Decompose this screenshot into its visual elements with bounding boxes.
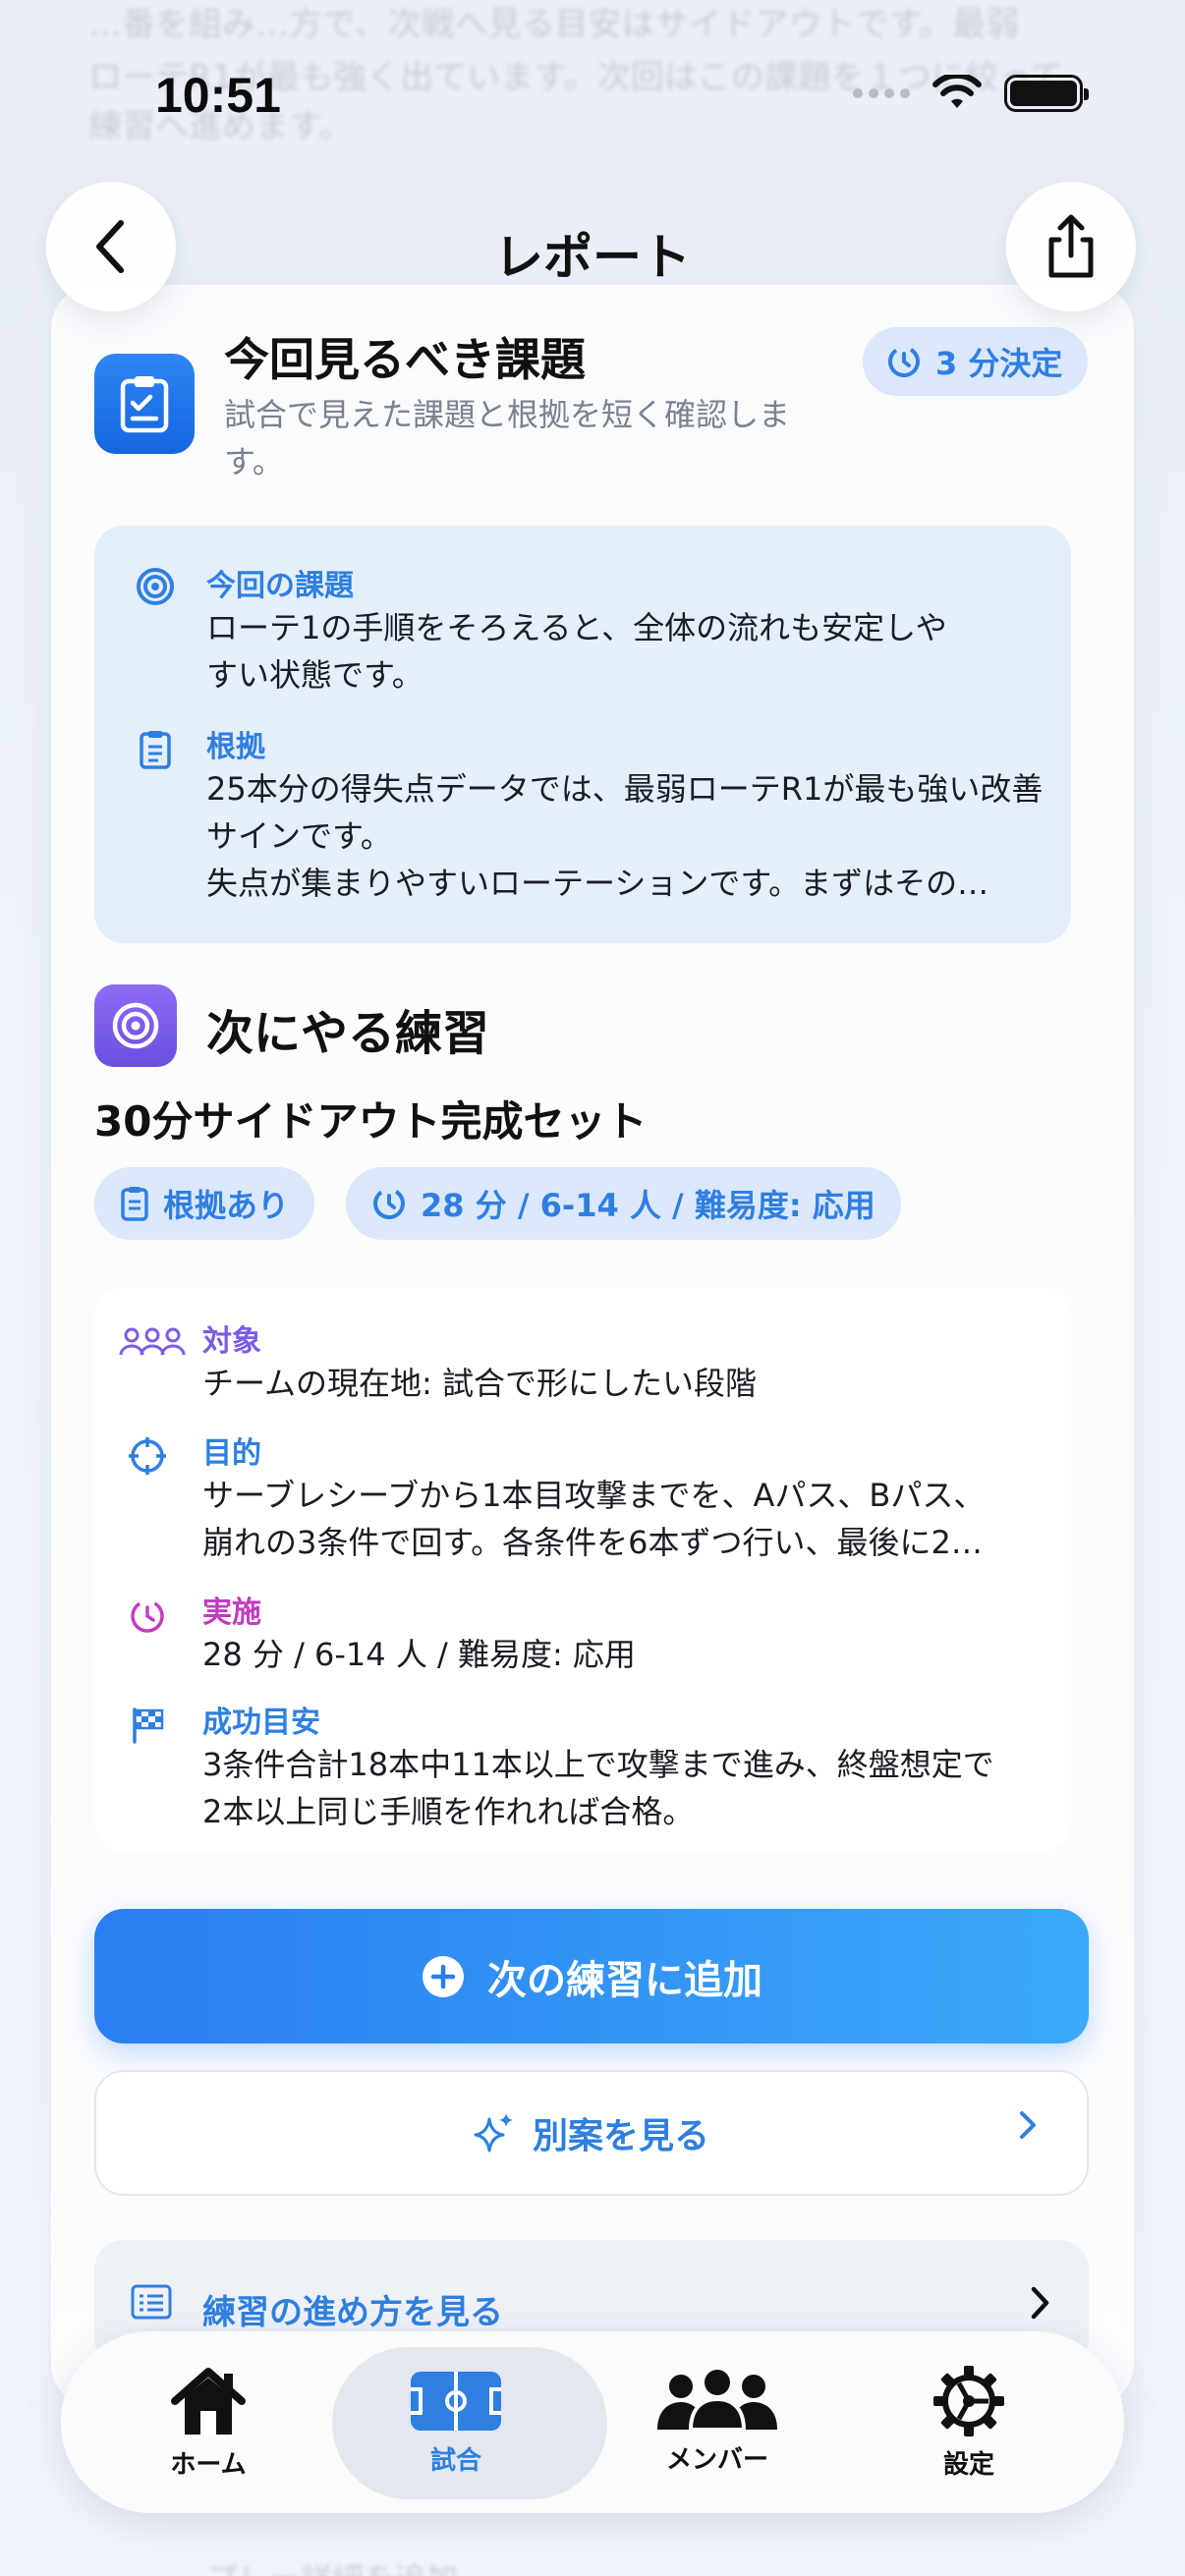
tab-members[interactable]: メンバー <box>590 2331 845 2513</box>
people-icon <box>657 2370 777 2432</box>
wifi-icon <box>932 75 982 108</box>
gear-icon <box>933 2366 1004 2436</box>
list-icon <box>131 2284 172 2320</box>
basis-label: 根拠 <box>206 730 265 764</box>
timer-icon <box>888 346 920 377</box>
add-to-next-practice-label: 次の練習に追加 <box>487 1957 762 2003</box>
section-issue-subtitle: 試合で見えた課題と根拠を短く確認します。 <box>224 396 791 480</box>
tab-members-label: メンバー <box>665 2445 768 2475</box>
clipboard-icon <box>121 1187 148 1221</box>
target-label: 対象 <box>202 1324 261 1359</box>
success-text: 3条件合計18本中11本以上で攻撃まで進み、終盤想定で <box>202 1746 994 1783</box>
tab-home[interactable]: ホーム <box>81 2331 336 2513</box>
basis-text: 25本分の得失点データでは、最弱ローテR1が最も強い改善サインです。 <box>206 770 1044 855</box>
practice-set-title: 30分サイドアウト完成セット <box>94 1097 648 1146</box>
house-icon <box>171 2368 246 2435</box>
clipboard-list-icon <box>134 728 177 771</box>
timer-icon <box>373 1187 405 1219</box>
tab-home-label: ホーム <box>170 2450 247 2480</box>
group-icon <box>118 1320 187 1364</box>
status-time: 10:51 <box>155 68 281 123</box>
checkered-flag-icon <box>126 1704 169 1747</box>
see-alternatives-label: 別案を見る <box>532 2116 709 2156</box>
purpose-text: サーブレシーブから1本目攻撃までを、Aパス、Bパス、 <box>202 1477 986 1514</box>
court-icon <box>411 2372 501 2431</box>
meta-chip: 28 分 / 6-14 人 / 難易度: 応用 <box>346 1167 901 1240</box>
sparkles-icon <box>474 2113 513 2153</box>
purpose-label: 目的 <box>202 1436 261 1471</box>
timer-icon <box>126 1594 169 1637</box>
section-issue-title: 今回見るべき課題 <box>224 333 586 386</box>
cellular-signal-icon <box>853 88 910 98</box>
plus-circle-icon <box>423 1955 464 1997</box>
decide-time-label: 3 分決定 <box>935 345 1063 382</box>
battery-icon <box>1004 75 1089 112</box>
meta-chip-label: 28 分 / 6-14 人 / 難易度: 応用 <box>421 1187 875 1224</box>
target-text: チームの現在地: 試合で形にしたい段階 <box>202 1365 757 1402</box>
tab-settings[interactable]: 設定 <box>841 2331 1097 2513</box>
basis-chip-label: 根拠あり <box>163 1187 290 1224</box>
clipboard-icon <box>94 354 195 454</box>
share-button[interactable] <box>1006 182 1136 311</box>
target-icon <box>134 565 177 608</box>
chevron-right-icon <box>1031 2286 1049 2320</box>
current-issue-label: 今回の課題 <box>206 569 354 603</box>
tab-match-label: 試合 <box>429 2446 481 2476</box>
execution-text: 28 分 / 6-14 人 / 難易度: 応用 <box>202 1636 636 1673</box>
success-label: 成功目安 <box>202 1706 320 1740</box>
tab-settings-label: 設定 <box>942 2450 994 2480</box>
share-icon <box>1048 214 1094 278</box>
issue-box: 今回の課題 ローテ1の手順をそろえると、全体の流れも安定しやすい状態です。 根拠… <box>94 526 1071 943</box>
crosshair-icon <box>126 1434 169 1478</box>
decide-time-badge: 3 分決定 <box>863 327 1089 396</box>
purpose-text-continued: 崩れの3条件で回す。各条件を6本ずつ行い、最後に2… <box>202 1524 983 1561</box>
execution-label: 実施 <box>202 1596 261 1630</box>
practice-howto-label: 練習の進め方を見る <box>202 2293 503 2332</box>
add-to-next-practice-button[interactable]: 次の練習に追加 <box>94 1909 1089 2044</box>
basis-chip: 根拠あり <box>94 1167 315 1240</box>
status-bar: 10:51 <box>0 0 1185 187</box>
success-text-continued: 2本以上同じ手順を作れれば合格。 <box>202 1793 695 1830</box>
basis-text-continued: 失点が集まりやすいローテーションです。まずはその… <box>206 865 989 902</box>
section-practice-title: 次にやる練習 <box>206 1006 490 1061</box>
tab-bar: ホーム 試合 メンバー 設定 <box>61 2331 1124 2513</box>
practice-target-icon <box>94 984 177 1067</box>
practice-detail-box: 対象 チームの現在地: 試合で形にしたい段階 目的 サーブレシーブから1本目攻撃… <box>94 1287 1071 1852</box>
tab-match[interactable]: 試合 <box>328 2331 607 2513</box>
status-icons <box>853 75 1089 112</box>
background-bottom-text: プレー詳細を追加 <box>206 2554 458 2576</box>
see-alternatives-button[interactable]: 別案を見る <box>94 2070 1089 2196</box>
current-issue-text: ローテ1の手順をそろえると、全体の流れも安定しやすい状態です。 <box>206 609 947 694</box>
chevron-right-icon <box>1020 2111 1036 2139</box>
